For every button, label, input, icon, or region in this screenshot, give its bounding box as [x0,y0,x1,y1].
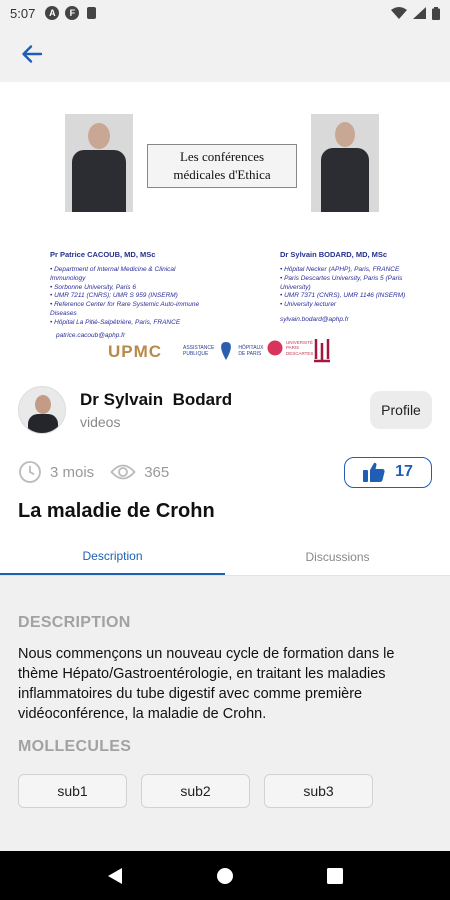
affiliation-line: • Hôpital Necker (APHP), Paris, FRANCE [280,266,400,274]
paris-descartes-logo: UNIVERSITÉ PARIS DESCARTES [267,340,313,356]
speaker-photo-right [311,114,379,212]
molecule-chip-sub1[interactable]: sub1 [18,774,127,808]
avatar[interactable] [18,386,66,434]
affiliation-line: University) [280,283,311,291]
affiliation-line: • Reference Center for Rare Systemic Aut… [50,301,200,309]
author-subtitle: videos [80,414,121,430]
affiliation-line: • Sorbonne University, Paris 6 [50,283,136,291]
wifi-icon [391,7,407,19]
conference-title-line2: médicales d'Ethica [173,167,271,182]
f-icon: F [65,6,80,20]
sd-card-icon [87,7,97,19]
clock-icon [19,461,41,483]
description-panel: DESCRIPTION Nous commençons un nouveau c… [0,576,450,851]
aphp-emblem-icon [221,342,232,360]
affiliation-line: Diseases [50,309,77,317]
molecule-chips: sub1 sub2 sub3 [18,774,432,808]
stats-row: 3 mois 365 17 [18,456,432,488]
speaker-left-name: Pr Patrice CACOUB, MD, MSc [50,250,156,259]
affiliation-line: • Hôpital La Pitié-Salpêtrière, Paris, F… [50,318,181,326]
affiliation-line: • Paris Descartes University, Paris 5 (P… [280,274,403,282]
speaker-left-email: patrice.cacoub@aphp.fr [56,332,126,340]
speaker-photo-left [65,114,133,212]
upload-age-text: 3 mois [50,463,95,481]
paris-descartes-emblem-icon [267,340,283,356]
video-title: La maladie de Crohn [18,500,215,522]
affiliation-line: • University lecturer [280,301,337,309]
speaker-right-email: sylvain.bodard@aphp.fr [280,315,349,323]
a-icon: A [45,6,60,20]
affiliation-line: • UMR 7211 (CNRS); UMR S 959 (INSERM) [50,292,178,300]
like-button[interactable]: 17 [344,456,432,488]
aphp-text-4: DE PARIS [238,351,262,357]
aphp-text-2: PUBLIQUE [183,351,209,357]
back-triangle-icon[interactable] [107,867,123,885]
speaker-right-name: Dr Sylvain BODARD, MD, MSc [280,250,388,259]
speaker-left-affiliations: • Department of Internal Medicine & Clin… [50,266,199,327]
author-row: Dr Sylvain Bodard videos Profile [18,385,432,435]
status-time: 5:07 [10,5,36,21]
affiliation-line: Immunology [50,274,86,282]
author-name: Dr Sylvain Bodard [80,390,233,409]
view-count-text: 365 [144,463,170,481]
molecule-chip-sub3[interactable]: sub3 [264,774,373,808]
speaker-info-right: Dr Sylvain BODARD, MD, MSc • Hôpital Nec… [280,250,405,325]
video-thumbnail[interactable]: Les conférences médicales d'Ethica Pr Pa… [0,82,450,378]
upload-age: 3 mois [18,460,94,484]
signal-icon [413,7,426,19]
profile-button[interactable]: Profile [370,391,432,429]
view-count: 365 [110,462,169,482]
description-text: Nous commençons un nouveau cycle de form… [18,646,395,722]
speaker-info-left: Pr Patrice CACOUB, MD, MSc • Department … [50,250,199,341]
affiliation-line: • Department of Internal Medicine & Clin… [50,266,176,274]
app-bar [0,26,450,82]
system-nav-bar [0,851,450,900]
like-count: 17 [395,463,413,480]
arrow-left-icon[interactable] [20,42,44,66]
description-heading: DESCRIPTION [18,614,131,631]
author-info: Dr Sylvain Bodard videos [80,390,232,430]
upmc-logo: UPMC [108,342,163,361]
tab-description[interactable]: Description [0,538,225,575]
aphp-logo: ASSISTANCE PUBLIQUE HÔPITAUX DE PARIS [183,342,264,360]
eye-icon [110,464,136,480]
univ-text-3: DESCARTES [286,350,314,356]
affiliation-line: • UMR 7371 (CNRS), UMR 1146 (INSERM) [280,292,406,300]
status-bar: 5:07 A F [0,0,450,26]
molecule-chip-sub2[interactable]: sub2 [141,774,250,808]
university-emblem-icon [314,339,330,363]
molecules-heading: MOLLECULES [18,738,132,755]
conference-title-line1: Les conférences [179,149,265,165]
speaker-right-affiliations: • Hôpital Necker (APHP), Paris, FRANCE • … [280,266,405,310]
battery-icon [432,6,440,20]
thumbs-up-icon [363,462,385,482]
tab-discussions[interactable]: Discussions [225,538,450,575]
recents-square-icon[interactable] [327,867,344,884]
tab-bar: Description Discussions [0,538,450,576]
conference-title: Les conférences médicales d'Ethica [147,144,297,188]
home-circle-icon[interactable] [216,867,234,885]
